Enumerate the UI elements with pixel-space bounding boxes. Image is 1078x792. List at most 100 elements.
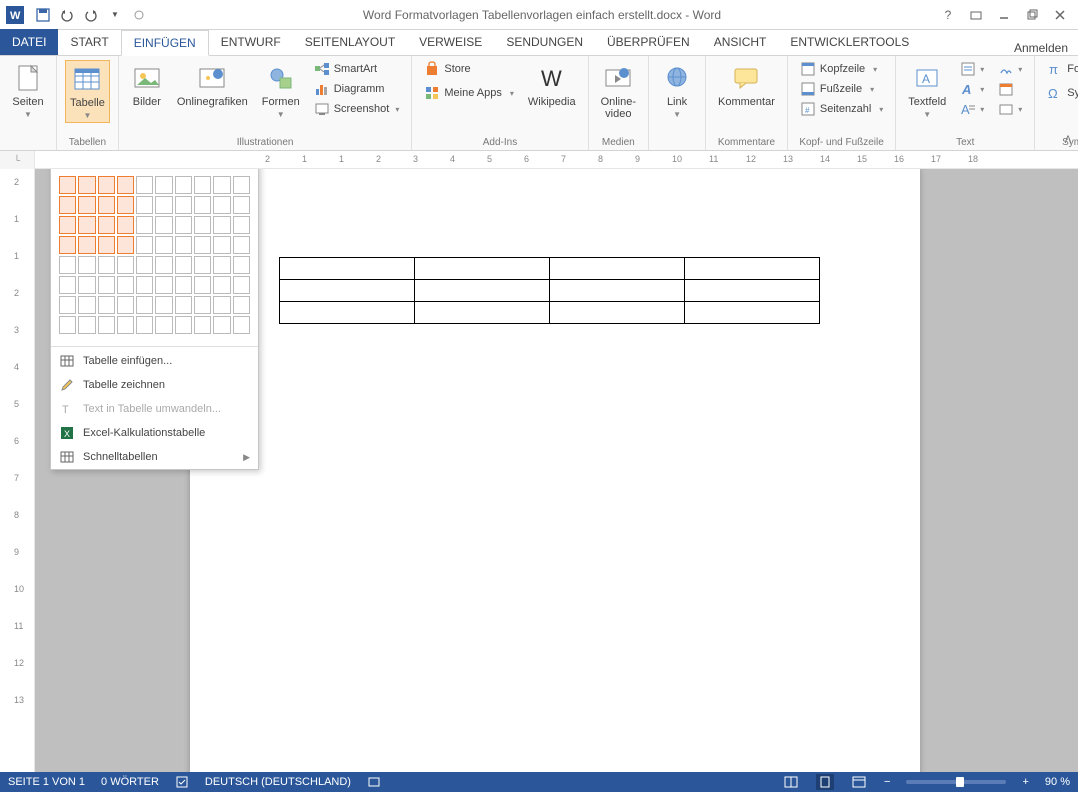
tab-seitenlayout[interactable]: SEITENLAYOUT	[293, 29, 407, 55]
document-table[interactable]	[279, 257, 820, 324]
quickparts-button[interactable]: ▾	[956, 60, 988, 78]
table-cell[interactable]	[280, 302, 415, 324]
grid-cell[interactable]	[175, 316, 192, 334]
tab-sendungen[interactable]: SENDUNGEN	[494, 29, 595, 55]
meine-apps-button[interactable]: Meine Apps▾	[420, 84, 518, 102]
grid-cell[interactable]	[98, 196, 115, 214]
grid-cell[interactable]	[155, 196, 172, 214]
grid-cell[interactable]	[78, 236, 95, 254]
grid-cell[interactable]	[117, 236, 134, 254]
grid-cell[interactable]	[59, 316, 76, 334]
language-indicator[interactable]: DEUTSCH (DEUTSCHLAND)	[205, 776, 351, 788]
grid-cell[interactable]	[233, 256, 250, 274]
grid-cell[interactable]	[194, 256, 211, 274]
restore-icon[interactable]	[1020, 3, 1044, 27]
grid-cell[interactable]	[233, 196, 250, 214]
dropcap-button[interactable]: A▾	[956, 100, 988, 118]
grid-cell[interactable]	[213, 256, 230, 274]
grid-cell[interactable]	[117, 196, 134, 214]
grid-cell[interactable]	[194, 196, 211, 214]
smartart-button[interactable]: SmartArt	[310, 60, 404, 78]
tab-ansicht[interactable]: ANSICHT	[702, 29, 779, 55]
table-cell[interactable]	[550, 258, 685, 280]
ruler-horizontal[interactable]: └ 21123456789101112131415161718	[0, 151, 1078, 169]
symbol-button[interactable]: ΩSymbol▾	[1043, 84, 1078, 102]
table-cell[interactable]	[550, 280, 685, 302]
grid-cell[interactable]	[155, 216, 172, 234]
grid-cell[interactable]	[175, 176, 192, 194]
formel-button[interactable]: πFormel▾	[1043, 60, 1078, 78]
textfeld-button[interactable]: A Textfeld ▼	[904, 60, 950, 121]
grid-cell[interactable]	[136, 296, 153, 314]
grid-cell[interactable]	[98, 256, 115, 274]
grid-cell[interactable]	[59, 176, 76, 194]
grid-cell[interactable]	[233, 276, 250, 294]
grid-cell[interactable]	[136, 256, 153, 274]
grid-cell[interactable]	[78, 256, 95, 274]
grid-cell[interactable]	[233, 296, 250, 314]
dropdown-item-table[interactable]: Schnelltabellen▶	[51, 445, 258, 469]
grid-cell[interactable]	[136, 176, 153, 194]
datetime-button[interactable]	[994, 80, 1026, 98]
grid-cell[interactable]	[117, 216, 134, 234]
grid-cell[interactable]	[59, 216, 76, 234]
grid-cell[interactable]	[194, 276, 211, 294]
grid-cell[interactable]	[98, 316, 115, 334]
screenshot-button[interactable]: Screenshot▾	[310, 100, 404, 118]
view-read-icon[interactable]	[782, 774, 800, 790]
table-cell[interactable]	[415, 258, 550, 280]
tab-start[interactable]: START	[58, 29, 120, 55]
tab-ueberpruefen[interactable]: ÜBERPRÜFEN	[595, 29, 702, 55]
grid-cell[interactable]	[117, 296, 134, 314]
table-cell[interactable]	[415, 280, 550, 302]
diagramm-button[interactable]: Diagramm	[310, 80, 404, 98]
grid-cell[interactable]	[175, 196, 192, 214]
grid-cell[interactable]	[213, 176, 230, 194]
wordart-button[interactable]: A▾	[956, 80, 988, 98]
page[interactable]	[190, 169, 920, 772]
grid-cell[interactable]	[155, 236, 172, 254]
table-cell[interactable]	[280, 280, 415, 302]
proofing-icon[interactable]	[175, 775, 189, 789]
grid-cell[interactable]	[175, 256, 192, 274]
dropdown-item-pencil[interactable]: Tabelle zeichnen	[51, 373, 258, 397]
grid-cell[interactable]	[78, 316, 95, 334]
tab-file[interactable]: DATEI	[0, 29, 58, 55]
grid-cell[interactable]	[155, 256, 172, 274]
table-cell[interactable]	[685, 302, 820, 324]
grid-cell[interactable]	[194, 296, 211, 314]
tab-verweise[interactable]: VERWEISE	[407, 29, 494, 55]
redo-icon[interactable]	[82, 6, 100, 24]
grid-cell[interactable]	[59, 296, 76, 314]
onlinegrafiken-button[interactable]: Onlinegrafiken	[173, 60, 252, 110]
grid-cell[interactable]	[233, 236, 250, 254]
grid-cell[interactable]	[98, 276, 115, 294]
page-indicator[interactable]: SEITE 1 VON 1	[8, 776, 85, 788]
table-cell[interactable]	[550, 302, 685, 324]
grid-cell[interactable]	[213, 296, 230, 314]
zoom-thumb[interactable]	[956, 777, 964, 787]
grid-cell[interactable]	[194, 176, 211, 194]
grid-cell[interactable]	[98, 216, 115, 234]
grid-cell[interactable]	[117, 256, 134, 274]
table-cell[interactable]	[415, 302, 550, 324]
view-web-icon[interactable]	[850, 774, 868, 790]
grid-cell[interactable]	[155, 176, 172, 194]
link-button[interactable]: Link ▼	[657, 60, 697, 121]
grid-cell[interactable]	[78, 296, 95, 314]
touch-mode-icon[interactable]	[130, 6, 148, 24]
view-print-icon[interactable]	[816, 774, 834, 790]
grid-cell[interactable]	[233, 176, 250, 194]
grid-cell[interactable]	[59, 196, 76, 214]
zoom-out-icon[interactable]: −	[884, 776, 890, 788]
grid-cell[interactable]	[175, 236, 192, 254]
tab-einfuegen[interactable]: EINFÜGEN	[121, 30, 209, 56]
seitenzahl-button[interactable]: #Seitenzahl▾	[796, 100, 887, 118]
grid-cell[interactable]	[155, 276, 172, 294]
grid-cell[interactable]	[136, 276, 153, 294]
grid-cell[interactable]	[117, 316, 134, 334]
kommentar-button[interactable]: Kommentar	[714, 60, 779, 110]
grid-cell[interactable]	[117, 276, 134, 294]
grid-cell[interactable]	[213, 196, 230, 214]
store-button[interactable]: Store	[420, 60, 518, 78]
